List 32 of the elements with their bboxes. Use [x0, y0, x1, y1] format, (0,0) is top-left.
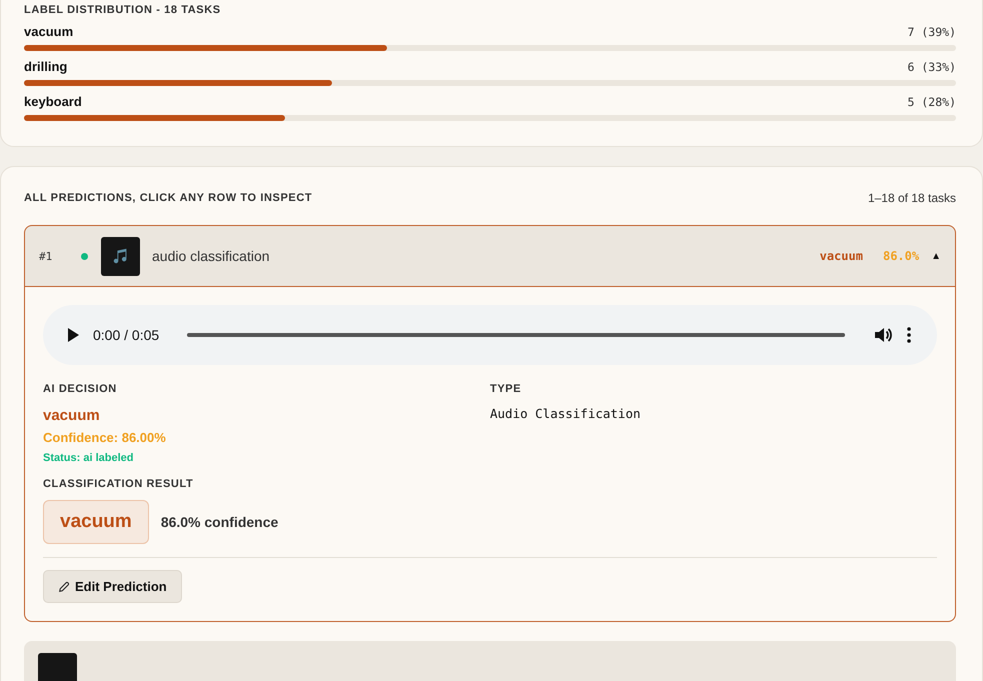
- more-options-icon[interactable]: [907, 327, 911, 343]
- type-value: Audio Classification: [490, 406, 642, 421]
- result-label-chip: vacuum: [43, 500, 149, 544]
- status-text: Status: ai labeled: [43, 452, 134, 464]
- predicted-label: vacuum: [820, 249, 863, 263]
- section-heading: ALL PREDICTIONS, CLICK ANY ROW TO INSPECT: [24, 192, 312, 204]
- playback-time: 0:00 / 0:05: [93, 327, 160, 343]
- decision-label: vacuum: [43, 407, 101, 424]
- prediction-row[interactable]: #1 audio classification vacuum 86.0% ▲: [24, 225, 956, 287]
- section-heading: LABEL DISTRIBUTION - 18 TASKS: [24, 4, 222, 16]
- confidence-value: 86.0%: [882, 249, 920, 263]
- result-confidence: 86.0% confidence: [160, 514, 278, 530]
- label-name: vacuum: [24, 24, 74, 39]
- task-name: audio classification: [152, 248, 270, 264]
- field-heading: TYPE: [490, 383, 522, 395]
- label-name: keyboard: [24, 94, 82, 109]
- confidence-text: Confidence: 86.00%: [43, 430, 167, 445]
- label-count: 6 (33%): [908, 60, 956, 74]
- label-count: 5 (28%): [908, 95, 956, 109]
- row-number: #1: [39, 250, 54, 262]
- volume-icon[interactable]: [873, 325, 893, 345]
- play-icon[interactable]: [67, 328, 79, 342]
- collapse-caret[interactable]: ▲: [931, 250, 941, 262]
- field-heading: AI DECISION: [43, 383, 118, 395]
- pagination-range: 1–18 of 18 tasks: [868, 191, 956, 205]
- edit-prediction-button[interactable]: Edit Prediction: [43, 570, 182, 603]
- music-note-icon: [112, 247, 130, 265]
- label-name: drilling: [24, 59, 68, 74]
- field-heading: CLASSIFICATION RESULT: [43, 478, 194, 490]
- audio-thumbnail: [38, 652, 77, 681]
- label-count: 7 (39%): [908, 25, 956, 39]
- pencil-icon: [58, 580, 70, 592]
